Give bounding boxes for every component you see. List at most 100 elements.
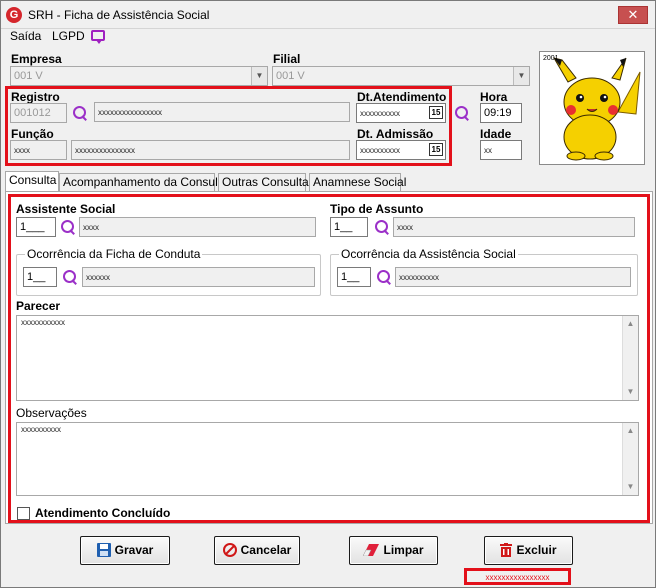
tipo-assunto-label: Tipo de Assunto: [330, 202, 424, 216]
calendar-icon[interactable]: 15: [429, 143, 443, 156]
excluir-label: Excluir: [516, 543, 557, 557]
funcao-desc: xxxxxxxxxxxxxxx: [75, 146, 135, 155]
ocorrencia-conduta-group: Ocorrência da Ficha de Conduta 1__ xxxxx…: [16, 247, 321, 296]
tab-outras-consultas[interactable]: Outras Consultas: [218, 173, 315, 191]
search-icon[interactable]: [374, 219, 390, 235]
tab-consulta[interactable]: Consulta: [5, 171, 59, 192]
excluir-button[interactable]: Excluir: [484, 536, 573, 565]
cancel-icon: [222, 542, 237, 557]
menu-saida[interactable]: Saída: [10, 29, 41, 43]
hora-label: Hora: [480, 90, 508, 104]
dt-admissao-value: xxxxxxxxxx: [360, 146, 400, 155]
scroll-down-icon[interactable]: ▼: [623, 479, 638, 495]
cancelar-label: Cancelar: [240, 543, 292, 557]
gravar-label: Gravar: [114, 543, 154, 557]
assistente-code-input[interactable]: 1___: [16, 217, 56, 237]
scroll-up-icon[interactable]: ▲: [623, 316, 638, 332]
limpar-button[interactable]: Limpar: [349, 536, 438, 565]
status-bar: xxxxxxxxxxxxxxxx: [1, 567, 655, 587]
scroll-up-icon[interactable]: ▲: [623, 423, 638, 439]
gravar-button[interactable]: Gravar: [80, 536, 170, 565]
observacoes-text: xxxxxxxxxx: [21, 425, 61, 434]
assistente-label: Assistente Social: [16, 202, 116, 216]
ocorrencia-conduta-desc: xxxxxx: [86, 273, 110, 282]
parecer-label: Parecer: [16, 299, 61, 313]
scroll-down-icon[interactable]: ▼: [623, 384, 638, 400]
dt-atendimento-label: Dt.Atendimento: [357, 90, 447, 104]
funcao-label: Função: [11, 127, 54, 141]
calendar-icon[interactable]: 15: [429, 106, 443, 119]
registro-name: xxxxxxxxxxxxxxxx: [98, 108, 162, 117]
empresa-combo[interactable]: 001 V ▼: [10, 66, 268, 86]
dt-atendimento-input[interactable]: xxxxxxxxxx 15: [356, 103, 446, 123]
tipo-assunto-desc-field: xxxx: [393, 217, 635, 237]
title-bar: G SRH - Ficha de Assistência Social ✕: [1, 1, 655, 29]
atendimento-concluido-label: Atendimento Concluído: [35, 506, 171, 520]
dt-admissao-input[interactable]: xxxxxxxxxx 15: [356, 140, 446, 160]
ocorrencia-assistencia-label: Ocorrência da Assistência Social: [339, 247, 518, 261]
filial-label: Filial: [273, 52, 301, 66]
idade-label: Idade: [480, 127, 512, 141]
menu-bar: Saída LGPD: [1, 29, 655, 47]
save-icon: [96, 542, 111, 557]
funcao-desc-field: xxxxxxxxxxxxxxx: [71, 140, 350, 160]
funcao-code-field: xxxx: [10, 140, 67, 160]
atendimento-concluido-checkbox[interactable]: [17, 507, 30, 520]
registro-name-field: xxxxxxxxxxxxxxxx: [94, 102, 350, 122]
tipo-assunto-code-input[interactable]: 1__: [330, 217, 368, 237]
ocorrencia-conduta-code-input[interactable]: 1__: [23, 267, 57, 287]
registro-label: Registro: [11, 90, 60, 104]
funcao-code: xxxx: [14, 146, 30, 155]
ocorrencia-conduta-label: Ocorrência da Ficha de Conduta: [25, 247, 203, 261]
employee-photo: 2001: [539, 51, 645, 165]
cancelar-button[interactable]: Cancelar: [214, 536, 300, 565]
idade-input[interactable]: xx: [480, 140, 522, 160]
consulta-panel: Assistente Social 1___ xxxx Tipo de Assu…: [5, 191, 653, 524]
parecer-text: xxxxxxxxxxx: [21, 318, 65, 327]
observacoes-label: Observações: [16, 406, 87, 420]
eraser-icon: [363, 543, 380, 556]
search-icon[interactable]: [454, 105, 470, 121]
ocorrencia-conduta-desc-field: xxxxxx: [82, 267, 315, 287]
chevron-down-icon[interactable]: ▼: [513, 67, 529, 85]
idade-value: xx: [484, 146, 492, 155]
search-icon[interactable]: [72, 105, 88, 121]
search-icon[interactable]: [60, 219, 76, 235]
status-highlight: xxxxxxxxxxxxxxxx: [464, 568, 571, 585]
search-icon[interactable]: [376, 269, 392, 285]
limpar-label: Limpar: [383, 543, 424, 557]
close-button[interactable]: ✕: [618, 6, 648, 24]
window-title: SRH - Ficha de Assistência Social: [28, 8, 210, 22]
chevron-down-icon[interactable]: ▼: [251, 67, 267, 85]
ocorrencia-assistencia-code-input[interactable]: 1__: [337, 267, 371, 287]
photo-caption: 2001: [543, 55, 559, 62]
registro-input[interactable]: 001012: [10, 103, 67, 123]
chat-icon[interactable]: [91, 30, 105, 44]
dt-atendimento-value: xxxxxxxxxx: [360, 109, 400, 118]
empresa-value: 001 V: [14, 70, 43, 82]
assistente-desc-field: xxxx: [79, 217, 316, 237]
parecer-textarea[interactable]: xxxxxxxxxxx ▲ ▼: [16, 315, 639, 401]
parecer-scrollbar[interactable]: ▲ ▼: [622, 316, 638, 400]
trash-icon: [500, 542, 513, 557]
ocorrencia-assistencia-group: Ocorrência da Assistência Social 1__ xxx…: [330, 247, 638, 296]
search-icon[interactable]: [62, 269, 78, 285]
observacoes-textarea[interactable]: xxxxxxxxxx ▲ ▼: [16, 422, 639, 496]
ocorrencia-assistencia-desc-field: xxxxxxxxxx: [395, 267, 631, 287]
dt-admissao-label: Dt. Admissão: [357, 127, 434, 141]
main-window: G SRH - Ficha de Assistência Social ✕ Sa…: [0, 0, 656, 588]
observacoes-scrollbar[interactable]: ▲ ▼: [622, 423, 638, 495]
hora-input[interactable]: 09:19: [480, 103, 522, 123]
ocorrencia-assistencia-desc: xxxxxxxxxx: [399, 273, 439, 282]
tab-anamnese-social[interactable]: Anamnese Social: [309, 173, 406, 191]
tipo-assunto-desc: xxxx: [397, 223, 413, 232]
menu-lgpd[interactable]: LGPD: [52, 29, 85, 43]
empresa-label: Empresa: [11, 52, 62, 66]
filial-value: 001 V: [276, 70, 305, 82]
tab-acompanhamento[interactable]: Acompanhamento da Consulta: [59, 173, 228, 191]
filial-combo[interactable]: 001 V ▼: [272, 66, 530, 86]
pikachu-image: [552, 57, 641, 161]
assistente-desc: xxxx: [83, 223, 99, 232]
status-text: xxxxxxxxxxxxxxxx: [485, 573, 550, 582]
app-logo-icon: G: [6, 7, 22, 23]
